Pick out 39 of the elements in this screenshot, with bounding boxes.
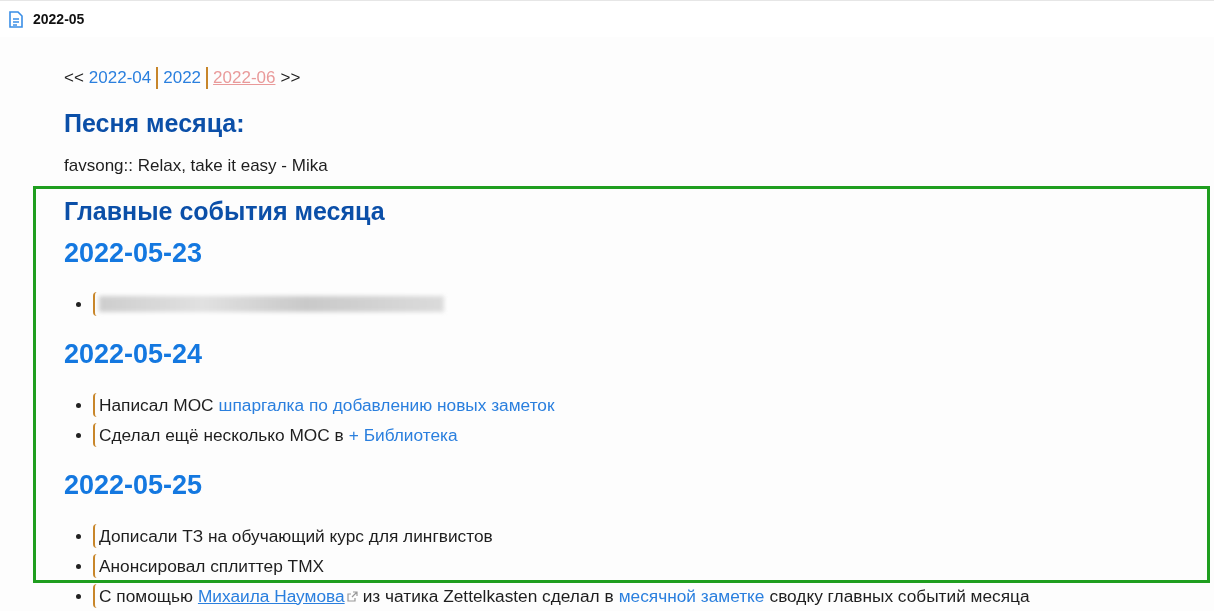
note-title: 2022-05 xyxy=(33,11,85,27)
bullet xyxy=(76,301,81,307)
external-link-icon xyxy=(346,590,358,602)
external-link[interactable]: Михаила Наумова xyxy=(197,585,345,607)
section-heading: Песня месяца: xyxy=(64,109,246,138)
note-link[interactable]: месячной заметке xyxy=(618,585,765,607)
bracket-mark xyxy=(93,554,97,578)
separator xyxy=(206,67,209,89)
separator xyxy=(156,67,159,89)
date-heading: 2022-05-24 xyxy=(64,339,203,369)
bracket-mark xyxy=(93,292,97,316)
item-text: Сделал ещё несколько МОС в xyxy=(99,424,344,446)
item-text: сводку главных событий месяца xyxy=(769,585,1030,607)
bullet xyxy=(76,432,81,438)
nav-link[interactable]: 2022 xyxy=(163,68,202,88)
bullet xyxy=(76,593,81,599)
item-text: из чатика Zettelkasten сделал в xyxy=(362,585,614,607)
bracket-mark xyxy=(93,584,97,608)
item-text: Анонсировал сплиттер ТМХ xyxy=(99,555,325,577)
bullet xyxy=(76,402,81,408)
section-heading: Главные события месяца xyxy=(64,197,386,226)
nav-link[interactable]: 2022-06 xyxy=(213,68,276,88)
nav-link[interactable]: 2022-04 xyxy=(88,68,152,88)
item-text: С помощью xyxy=(99,585,193,607)
item-text: Написал МОС xyxy=(99,394,214,416)
note-link[interactable]: + Библиотека xyxy=(348,424,458,446)
date-heading: 2022-05-25 xyxy=(64,470,203,500)
bracket-mark xyxy=(93,524,97,548)
date-heading: 2022-05-23 xyxy=(64,238,203,268)
nav-arrows: >> xyxy=(280,68,301,88)
bracket-mark xyxy=(93,393,97,417)
document-icon xyxy=(9,10,23,28)
note-link[interactable]: шпаргалка по добавлению новых заметок xyxy=(218,394,555,416)
bullet xyxy=(76,533,81,539)
bracket-mark xyxy=(93,423,97,447)
bullet xyxy=(76,563,81,569)
nav-arrows: << xyxy=(64,68,84,88)
song-property: favsong:: Relax, take it easy - Mika xyxy=(64,156,329,176)
item-text: Дописали ТЗ на обучающий курс для лингвистов xyxy=(99,525,493,547)
